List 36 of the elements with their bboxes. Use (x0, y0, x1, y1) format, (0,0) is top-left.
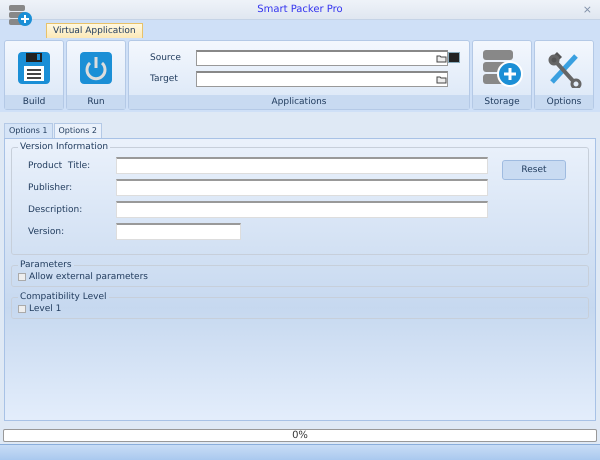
progress-reading: 0% (292, 430, 308, 441)
group-label: Options (535, 95, 593, 109)
ribbon-tab[interactable]: Virtual Application (46, 23, 143, 38)
checkbox-option[interactable]: Allow external parameters (18, 272, 582, 282)
folder-icon[interactable] (436, 74, 447, 84)
field-label: Product Title: (28, 160, 92, 170)
text-field[interactable] (116, 201, 488, 218)
tab[interactable]: Options 2 (54, 123, 102, 138)
field-label: Description: (28, 204, 84, 214)
database-add-icon (481, 48, 523, 88)
console-icon[interactable] (448, 52, 460, 63)
field-label: Source (150, 52, 182, 62)
group-label: Run (67, 95, 125, 109)
tab[interactable]: Options 1 (4, 123, 52, 138)
group-label: Applications (129, 95, 469, 109)
path-field[interactable] (196, 70, 448, 86)
field-label: Version: (28, 226, 66, 236)
group-title: Parameters (19, 260, 73, 270)
text-field[interactable] (116, 179, 488, 196)
field-label: Publisher: (28, 182, 74, 192)
reset-button[interactable]: Reset (502, 160, 566, 180)
text-field[interactable] (116, 223, 241, 240)
checkbox-option[interactable]: Level 1 (18, 304, 582, 314)
text-field[interactable] (116, 157, 488, 174)
field-label: Target (150, 74, 179, 84)
group-title: Compatibility Level (19, 292, 108, 302)
checkbox[interactable] (18, 305, 26, 313)
group-title: Version Information (19, 142, 110, 152)
app-icon (8, 4, 34, 28)
folder-icon[interactable] (436, 53, 447, 63)
power-icon (79, 51, 113, 85)
path-field[interactable] (196, 50, 448, 66)
group-label: Storage (473, 95, 531, 109)
group-label: Build (5, 95, 63, 109)
checkbox[interactable] (18, 273, 26, 281)
window-title: Smart Packer Pro (257, 4, 343, 15)
